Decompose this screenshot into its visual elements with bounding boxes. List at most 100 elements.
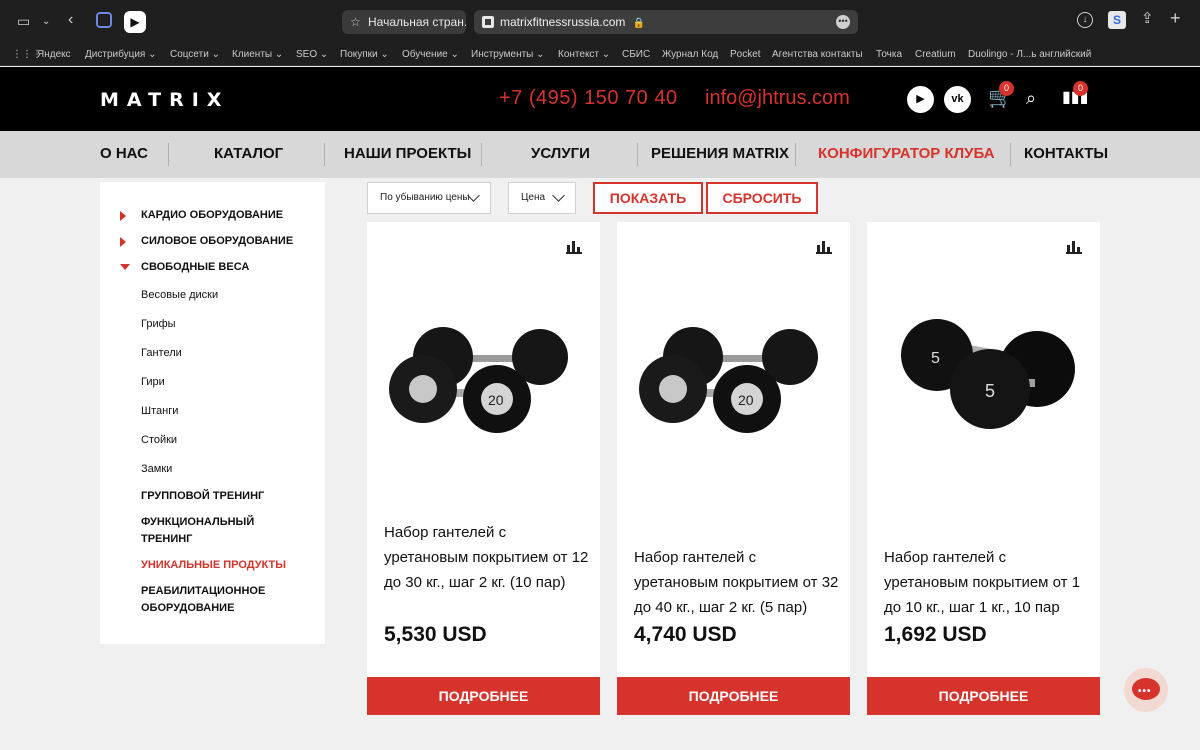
subcategory-racks[interactable]: Стойки (141, 434, 177, 446)
category-free-weights[interactable]: СВОБОДНЫЕ ВЕСА (141, 259, 249, 276)
dumbbell-set-image[interactable]: 5 5 (885, 317, 1085, 437)
bookmarks-bar: ⋮⋮⋮ Яндекс Дистрибуция ⌄ Соцсети ⌄ Клиен… (0, 44, 1200, 66)
product-price: 1,692 USD (884, 623, 987, 646)
address-bar[interactable]: matrixfitnessrussia.com 🔒 ••• (474, 10, 858, 34)
new-tab-icon[interactable]: + (1170, 9, 1181, 27)
subcategory-kettlebells[interactable]: Гири (141, 376, 165, 388)
main-nav: О НАС КАТАЛОГ НАШИ ПРОЕКТЫ УСЛУГИ РЕШЕНИ… (0, 131, 1200, 178)
nav-divider (1010, 143, 1011, 166)
category-sidebar: КАРДИО ОБОРУДОВАНИЕ СИЛОВОЕ ОБОРУДОВАНИЕ… (100, 182, 325, 644)
nav-club-configurator[interactable]: КОНФИГУРАТОР КЛУБА (818, 145, 995, 162)
email-link[interactable]: info@jhtrus.com (705, 87, 850, 110)
pocket-extension-icon[interactable] (96, 12, 112, 28)
expand-arrow-icon[interactable] (120, 211, 126, 221)
chevron-down-icon (552, 189, 565, 202)
product-name[interactable]: Набор гантелей с уретановым покрытием от… (384, 520, 589, 595)
site-header: MATRIX +7 (495) 150 70 40 info@jhtrus.co… (0, 67, 1200, 131)
phone-link[interactable]: +7 (495) 150 70 40 (499, 87, 678, 110)
compare-icon[interactable] (1066, 240, 1082, 254)
category-rehab-equipment[interactable]: РЕАБИЛИТАЦИОННОЕ ОБОРУДОВАНИЕ (141, 583, 281, 617)
chat-widget-icon[interactable]: ••• (1124, 668, 1168, 712)
price-select-value: Цена (521, 192, 546, 203)
nav-divider (637, 143, 638, 166)
nav-services[interactable]: УСЛУГИ (531, 145, 590, 162)
category-strength[interactable]: СИЛОВОЕ ОБОРУДОВАНИЕ (141, 233, 293, 250)
bookmark-item[interactable]: Creatium (915, 48, 956, 62)
subcategory-weight-plates[interactable]: Весовые диски (141, 289, 218, 301)
bookmark-item[interactable]: Pocket (730, 48, 761, 62)
bookmark-item[interactable]: Клиенты ⌄ (232, 48, 283, 62)
reset-button[interactable]: СБРОСИТЬ (706, 182, 818, 214)
dumbbell-set-image[interactable]: 20 (385, 317, 585, 437)
back-icon[interactable]: ‹ (68, 12, 73, 28)
subcategory-dumbbells[interactable]: Гантели (141, 347, 182, 359)
weight-label: 5 (931, 350, 940, 367)
price-select[interactable]: Цена (508, 182, 576, 214)
nav-about[interactable]: О НАС (100, 145, 148, 162)
product-card[interactable]: 20 Набор гантелей с уретановым покрытием… (367, 222, 600, 677)
product-price: 4,740 USD (634, 623, 737, 646)
vk-icon[interactable]: vk (944, 86, 971, 113)
tab-title: Начальная стран... (368, 15, 466, 29)
nav-solutions[interactable]: РЕШЕНИЯ MATRIX (651, 145, 789, 162)
show-button[interactable]: ПОКАЗАТЬ (593, 182, 703, 214)
weight-label: 5 (985, 381, 995, 401)
bookmark-item[interactable]: Яндекс (37, 48, 71, 62)
product-name[interactable]: Набор гантелей с уретановым покрытием от… (884, 545, 1089, 620)
bookmark-item[interactable]: Журнал Код (662, 48, 718, 62)
dumbbell-set-image[interactable]: 20 (635, 317, 835, 437)
nav-catalog[interactable]: КАТАЛОГ (214, 145, 283, 162)
subcategory-collars[interactable]: Замки (141, 463, 172, 475)
share-icon[interactable]: ⇪ (1141, 11, 1154, 26)
play-extension-icon[interactable]: ▶ (124, 11, 146, 33)
bookmark-item[interactable]: Контекст ⌄ (558, 48, 610, 62)
bookmark-item[interactable]: Соцсети ⌄ (170, 48, 220, 62)
youtube-icon[interactable]: ▶ (907, 86, 934, 113)
product-name[interactable]: Набор гантелей с уретановым покрытием от… (634, 545, 839, 620)
collapse-arrow-icon[interactable] (120, 264, 130, 270)
bookmark-item[interactable]: Покупки ⌄ (340, 48, 389, 62)
product-card[interactable]: 20 Набор гантелей с уретановым покрытием… (617, 222, 850, 677)
bookmark-item[interactable]: Дистрибуция ⌄ (85, 48, 156, 62)
matrix-logo[interactable]: MATRIX (100, 89, 229, 111)
search-icon[interactable]: ⌕ (1026, 87, 1036, 109)
bookmark-item[interactable]: Агентства контакты (772, 48, 863, 62)
bookmark-item[interactable]: SEO ⌄ (296, 48, 328, 62)
expand-arrow-icon[interactable] (120, 237, 126, 247)
bookmark-item[interactable]: Инструменты ⌄ (471, 48, 545, 62)
details-button[interactable]: ПОДРОБНЕЕ (867, 677, 1100, 715)
sort-select-value: По убыванию цены (380, 192, 470, 203)
subcategory-barbells[interactable]: Штанги (141, 405, 178, 417)
bookmark-item[interactable]: СБИС (622, 48, 650, 62)
product-card[interactable]: 5 5 Набор гантелей с уретановым покрытие… (867, 222, 1100, 677)
nav-divider (324, 143, 325, 166)
details-button[interactable]: ПОДРОБНЕЕ (367, 677, 600, 715)
nav-projects[interactable]: НАШИ ПРОЕКТЫ (344, 145, 471, 162)
browser-toolbar: ▭ ⌄ ‹ ▶ ☆ Начальная стран... matrixfitne… (0, 0, 1200, 44)
star-icon: ☆ (350, 15, 361, 29)
subcategory-bars[interactable]: Грифы (141, 318, 176, 330)
category-functional-training[interactable]: ФУНКЦИОНАЛЬНЫЙ ТРЕНИНГ (141, 514, 271, 548)
sort-select[interactable]: По убыванию цены (367, 182, 491, 214)
compare-count-badge: 0 (1073, 81, 1088, 96)
details-button[interactable]: ПОДРОБНЕЕ (617, 677, 850, 715)
bookmark-item[interactable]: Обучение ⌄ (402, 48, 459, 62)
compare-icon[interactable] (566, 240, 582, 254)
category-unique-products[interactable]: УНИКАЛЬНЫЕ ПРОДУКТЫ (141, 557, 286, 574)
tab-start-page[interactable]: ☆ Начальная стран... (342, 10, 466, 34)
sidebar-toggle-icon[interactable]: ▭ (17, 14, 30, 28)
compare-icon[interactable] (816, 240, 832, 254)
bookmark-item[interactable]: Точка (876, 48, 902, 62)
category-group-training[interactable]: ГРУППОВОЙ ТРЕНИНГ (141, 488, 264, 505)
nav-contacts[interactable]: КОНТАКТЫ (1024, 145, 1108, 162)
extension-s-icon[interactable]: S (1108, 11, 1126, 29)
site-favicon-icon (482, 16, 494, 28)
chevron-down-icon[interactable]: ⌄ (42, 15, 50, 29)
bookmark-item[interactable]: Duolingo - Л...ь английский (968, 48, 1091, 62)
download-icon[interactable]: ↓ (1077, 12, 1093, 28)
more-icon[interactable]: ••• (836, 15, 850, 29)
nav-divider (168, 143, 169, 166)
category-cardio[interactable]: КАРДИО ОБОРУДОВАНИЕ (141, 207, 283, 224)
weight-label: 20 (488, 392, 504, 408)
weight-label: 20 (738, 392, 754, 408)
